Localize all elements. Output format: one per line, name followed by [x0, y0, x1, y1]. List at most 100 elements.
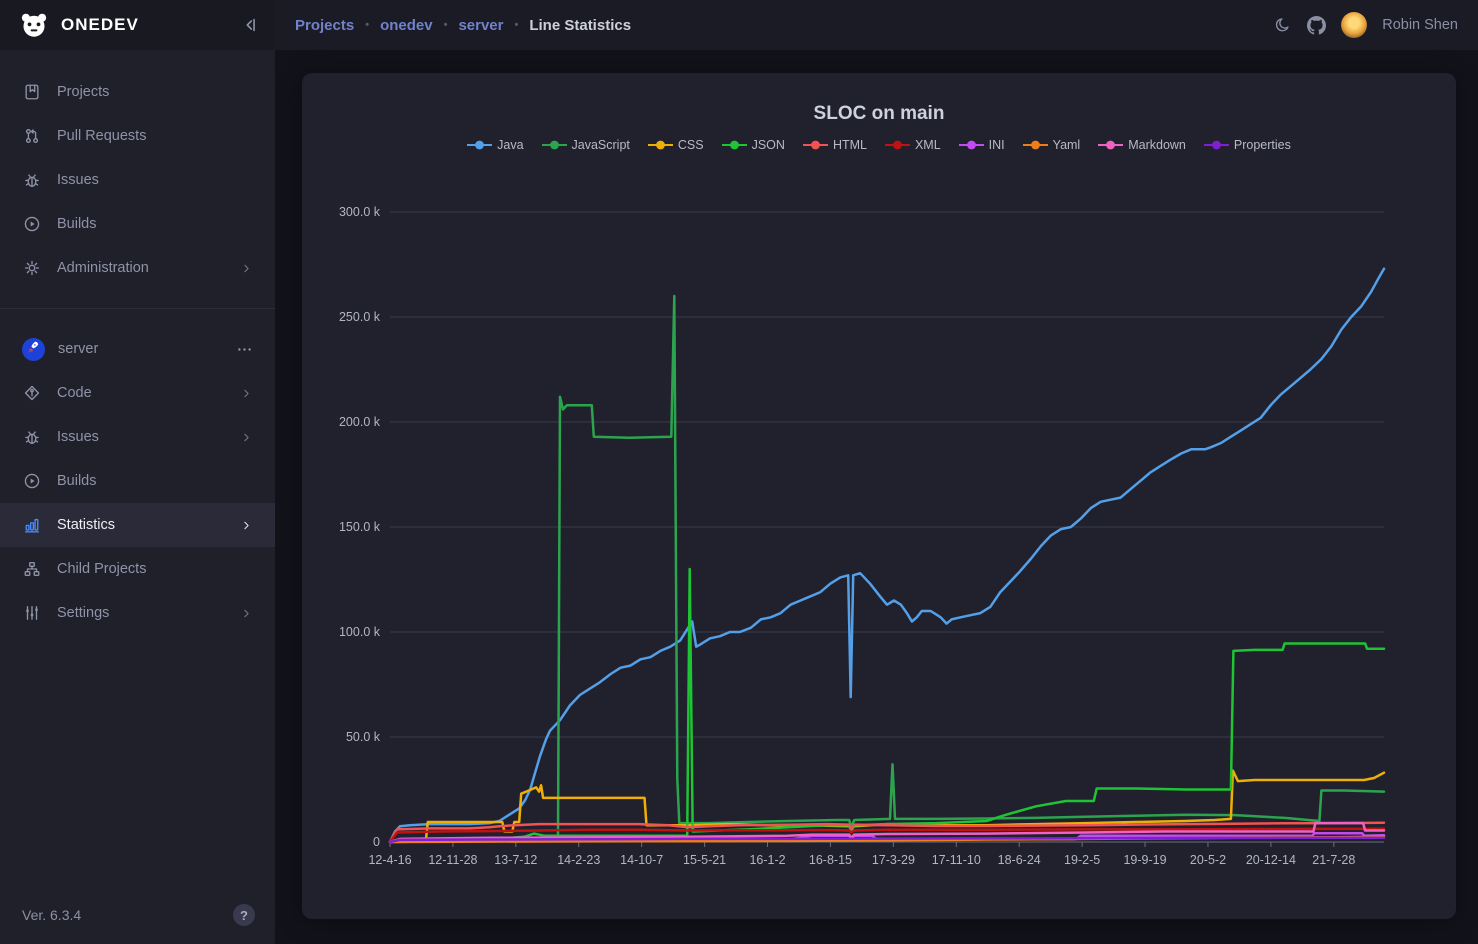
sidebar: ONEDEV ProjectsPull RequestsIssuesBuilds… — [0, 0, 275, 944]
series-line-java — [390, 269, 1384, 842]
y-axis-label: 50.0 k — [346, 730, 381, 744]
sidebar-item-builds[interactable]: Builds — [0, 459, 275, 503]
x-axis-label: 16-1-2 — [749, 853, 785, 867]
legend-item-json[interactable]: JSON — [722, 138, 785, 152]
y-axis-label: 300.0 k — [339, 205, 381, 219]
gear-icon — [22, 259, 42, 277]
statistics-card: SLOC on main Java JavaScript CSS JSON HTML XM… — [302, 73, 1456, 919]
sidebar-main-nav: Projects Pull RequestsIssuesBuilds Adminis… — [0, 50, 275, 290]
app-window: ONEDEV ProjectsPull RequestsIssuesBuilds… — [0, 0, 1478, 944]
legend-marker-properties — [1204, 140, 1229, 150]
sliders-icon — [22, 604, 42, 622]
legend-item-css[interactable]: CSS — [648, 138, 704, 152]
sidebar-item-child-projects[interactable]: Child Projects — [0, 547, 275, 591]
sidebar-footer: Ver. 6.3.4 ? — [0, 888, 275, 944]
x-axis-label: 19-2-5 — [1064, 853, 1100, 867]
sidebar-item-issues[interactable]: Issues — [0, 415, 275, 459]
x-axis-label: 18-6-24 — [998, 853, 1041, 867]
legend-item-markdown[interactable]: Markdown — [1098, 138, 1186, 152]
sidebar-item-label: Issues — [57, 429, 99, 445]
code-icon — [22, 384, 42, 402]
legend-item-html[interactable]: HTML — [803, 138, 867, 152]
sidebar-item-label: Projects — [57, 84, 109, 100]
legend-item-properties[interactable]: Properties — [1204, 138, 1291, 152]
project-name: server — [58, 341, 98, 357]
github-icon[interactable] — [1307, 16, 1326, 35]
bug-icon — [22, 428, 42, 446]
x-axis-label: 16-8-15 — [809, 853, 852, 867]
breadcrumb-separator: • — [365, 19, 369, 31]
sidebar-item-label: Code — [57, 385, 92, 401]
legend-item-ini[interactable]: INI — [959, 138, 1005, 152]
chevron-right-icon — [240, 431, 253, 444]
avatar[interactable] — [1341, 12, 1367, 38]
topbar-actions: Robin Shen — [1274, 12, 1458, 38]
breadcrumb-separator: • — [514, 19, 518, 31]
chart-area: 050.0 k100.0 k150.0 k200.0 k250.0 k300.0… — [302, 160, 1456, 919]
ellipsis-icon — [236, 341, 253, 358]
legend-label: Java — [497, 138, 523, 152]
sidebar-item-statistics[interactable]: Statistics — [0, 503, 275, 547]
breadcrumb: Projects•onedev•server•Line Statistics — [295, 17, 631, 34]
sidebar-project-nav: server Code Issues Builds Statistics Child Pr… — [0, 327, 275, 635]
sidebar-header: ONEDEV — [0, 0, 275, 50]
rocket-icon — [27, 340, 41, 358]
sidebar-divider — [0, 308, 275, 309]
legend-marker-xml — [885, 140, 910, 150]
y-axis-label: 0 — [373, 835, 380, 849]
pull-requests-icon — [22, 127, 42, 145]
legend-label: INI — [989, 138, 1005, 152]
sidebar-item-settings[interactable]: Settings — [0, 591, 275, 635]
y-axis-label: 100.0 k — [339, 625, 381, 639]
x-axis-label: 20-12-14 — [1246, 853, 1296, 867]
legend-marker-java — [467, 140, 492, 150]
breadcrumb-link-projects[interactable]: Projects — [295, 17, 354, 34]
sidebar-item-code[interactable]: Code — [0, 371, 275, 415]
legend-marker-ini — [959, 140, 984, 150]
x-axis-label: 17-11-10 — [932, 853, 981, 867]
x-axis-label: 21-7-28 — [1312, 853, 1355, 867]
legend-marker-yaml — [1023, 140, 1048, 150]
collapse-sidebar-icon[interactable] — [241, 16, 259, 34]
bar-chart-icon — [22, 516, 42, 534]
x-axis-label: 13-7-12 — [494, 853, 537, 867]
chevron-right-icon — [240, 519, 253, 532]
projects-icon — [22, 83, 42, 101]
legend-item-yaml[interactable]: Yaml — [1023, 138, 1081, 152]
breadcrumb-link-server[interactable]: server — [458, 17, 503, 34]
question-circle-icon[interactable]: ? — [233, 904, 255, 926]
sidebar-item-pull-requests[interactable]: Pull Requests — [0, 114, 275, 158]
sidebar-item-label: Builds — [57, 473, 97, 489]
chart-title: SLOC on main — [302, 103, 1456, 125]
chevron-right-icon — [240, 387, 253, 400]
moon-icon[interactable] — [1274, 16, 1292, 34]
sidebar-item-projects[interactable]: Projects — [0, 70, 275, 114]
legend-label: HTML — [833, 138, 867, 152]
y-axis-label: 200.0 k — [339, 415, 381, 429]
legend-marker-html — [803, 140, 828, 150]
x-axis-label: 12-11-28 — [428, 853, 477, 867]
sidebar-item-label: Statistics — [57, 517, 115, 533]
sidebar-item-issues[interactable]: Issues — [0, 158, 275, 202]
sidebar-item-label: Administration — [57, 260, 149, 276]
project-avatar — [22, 338, 45, 361]
play-circle-icon — [22, 472, 42, 490]
org-tree-icon — [22, 560, 42, 578]
bug-icon — [22, 171, 42, 189]
legend-item-javascript[interactable]: JavaScript — [542, 138, 630, 152]
sidebar-item-administration[interactable]: Administration — [0, 246, 275, 290]
breadcrumb-link-onedev[interactable]: onedev — [380, 17, 433, 34]
sidebar-item-builds[interactable]: Builds — [0, 202, 275, 246]
breadcrumb-separator: • — [444, 19, 448, 31]
x-axis-label: 12-4-16 — [368, 853, 411, 867]
play-circle-icon — [22, 215, 42, 233]
legend-item-java[interactable]: Java — [467, 138, 523, 152]
x-axis-label: 14-2-23 — [557, 853, 600, 867]
legend-label: JavaScript — [572, 138, 630, 152]
sidebar-project-server[interactable]: server — [0, 327, 275, 371]
user-name[interactable]: Robin Shen — [1382, 17, 1458, 33]
main-area: Projects•onedev•server•Line Statistics R… — [275, 0, 1478, 944]
x-axis-label: 20-5-2 — [1190, 853, 1226, 867]
x-axis-label: 14-10-7 — [620, 853, 663, 867]
legend-item-xml[interactable]: XML — [885, 138, 941, 152]
